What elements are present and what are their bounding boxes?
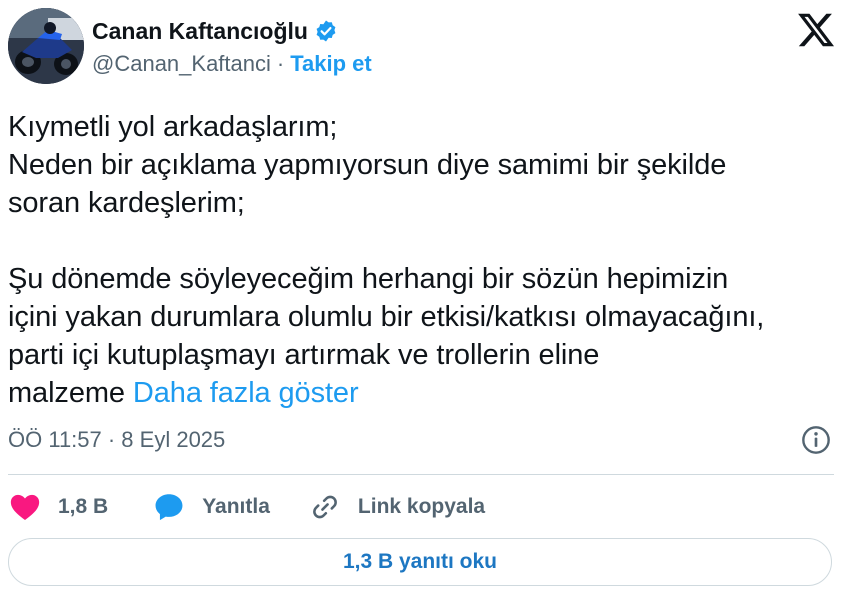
tweet-card: Canan Kaftancıoğlu @Canan_Kaftanci · Tak… — [0, 0, 852, 591]
x-logo-icon[interactable] — [796, 10, 836, 50]
author-avatar[interactable] — [8, 8, 84, 84]
tweet-line: soran kardeşlerim; — [8, 187, 245, 219]
separator-dot: · — [276, 51, 285, 76]
tweet-line: Kıymetli yol arkadaşlarım; — [8, 111, 338, 143]
tweet-line: Şu dönemde söyleyeceğim herhangi bir söz… — [8, 263, 729, 295]
verified-badge-icon — [314, 19, 338, 43]
read-replies-label: 1,3 B yanıtı oku — [342, 550, 498, 573]
tweet-last-line: malzeme Daha fazla göster — [8, 374, 844, 412]
tweet-line-text: malzeme — [8, 377, 125, 409]
reply-bubble-icon — [152, 490, 186, 524]
tweet-line: parti içi kutuplaşmayı artırmak ve troll… — [8, 339, 600, 371]
copy-link-label: Link kopyala — [357, 495, 486, 518]
link-icon — [308, 490, 342, 524]
read-replies-button[interactable]: 1,3 B yanıtı oku — [8, 538, 832, 586]
reply-label: Yanıtla — [202, 495, 270, 518]
author-name-row: Canan Kaftancıoğlu — [92, 14, 338, 48]
handle-row: @Canan_Kaftanci · Takip et — [92, 48, 372, 80]
like-button[interactable]: 1,8 B — [8, 490, 108, 524]
action-bar: 1,8 B Yanıtla Link kopyala — [8, 488, 527, 526]
like-count: 1,8 B — [58, 495, 109, 518]
follow-button[interactable]: Takip et — [290, 51, 372, 77]
tweet-timestamp[interactable]: ÖÖ 11:57 · 8 Eyl 2025 — [8, 427, 225, 453]
author-handle[interactable]: @Canan_Kaftanci — [92, 51, 271, 77]
divider — [8, 474, 834, 475]
tweet-line: Neden bir açıklama yapmıyorsun diye sami… — [8, 149, 727, 181]
copy-link-button[interactable]: Link kopyala — [308, 490, 485, 524]
tweet-line: içini yakan durumlara olumlu bir etkisi/… — [8, 301, 765, 333]
author-name[interactable]: Canan Kaftancıoğlu — [92, 18, 308, 45]
heart-icon — [8, 490, 42, 524]
info-icon[interactable] — [800, 424, 832, 456]
show-more-link[interactable]: Daha fazla göster — [133, 377, 359, 409]
motorcycle-avatar-image — [8, 8, 84, 84]
reply-button[interactable]: Yanıtla — [152, 490, 270, 524]
tweet-text: Kıymetli yol arkadaşlarım; Neden bir açı… — [8, 108, 844, 412]
tweet-timestamp-row: ÖÖ 11:57 · 8 Eyl 2025 — [8, 424, 225, 456]
